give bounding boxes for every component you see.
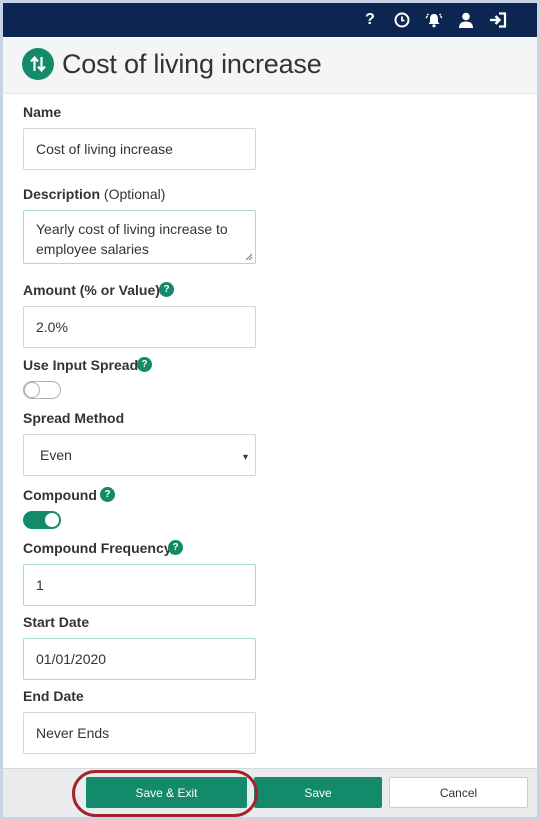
compound-frequency-value: 1 bbox=[36, 577, 44, 593]
start-date-value: 01/01/2020 bbox=[36, 651, 107, 667]
description-label: Description (Optional) bbox=[23, 186, 165, 202]
top-bar: ? bbox=[3, 3, 537, 37]
chevron-down-icon: ▾ bbox=[242, 452, 248, 463]
spread-method-label: Spread Method bbox=[23, 410, 125, 426]
compound-frequency-label: Compound Frequency bbox=[23, 540, 172, 556]
end-date-value: Never Ends bbox=[36, 725, 110, 741]
amount-value: 2.0% bbox=[36, 319, 68, 335]
compound-frequency-help-icon[interactable]: ? bbox=[168, 540, 183, 555]
use-input-spread-help-icon[interactable]: ? bbox=[137, 357, 152, 372]
save-button[interactable]: Save bbox=[254, 777, 382, 808]
spread-method-value: Even bbox=[40, 447, 72, 463]
page-title: Cost of living increase bbox=[62, 49, 322, 79]
page-header: Cost of living increase bbox=[3, 37, 537, 94]
help-glyph: ? bbox=[172, 542, 179, 553]
user-icon[interactable] bbox=[456, 11, 476, 29]
compound-label: Compound bbox=[23, 487, 97, 503]
name-label: Name bbox=[23, 104, 62, 120]
history-clock-icon[interactable] bbox=[392, 11, 412, 29]
alarm-bell-icon[interactable] bbox=[424, 11, 444, 29]
amount-help-icon[interactable]: ? bbox=[159, 282, 174, 297]
toggle-knob bbox=[24, 382, 40, 398]
compound-frequency-input[interactable]: 1 bbox=[23, 564, 256, 606]
end-date-input[interactable]: Never Ends bbox=[23, 712, 256, 754]
amount-label: Amount (% or Value) bbox=[23, 282, 160, 298]
help-glyph: ? bbox=[365, 11, 375, 28]
start-date-label: Start Date bbox=[23, 614, 90, 630]
resize-handle-icon[interactable] bbox=[245, 253, 253, 261]
name-value: Cost of living increase bbox=[36, 141, 173, 157]
help-icon[interactable]: ? bbox=[360, 11, 380, 29]
description-value: Yearly cost of living increase to employ… bbox=[36, 221, 228, 257]
help-glyph: ? bbox=[104, 489, 111, 500]
help-glyph: ? bbox=[141, 359, 148, 370]
use-input-spread-label: Use Input Spread bbox=[23, 357, 139, 373]
description-label-text: Description bbox=[23, 186, 101, 202]
compound-help-icon[interactable]: ? bbox=[100, 487, 115, 502]
transfer-arrows-icon bbox=[22, 48, 54, 80]
end-date-label: End Date bbox=[23, 688, 84, 704]
toggle-knob bbox=[44, 512, 60, 528]
amount-input[interactable]: 2.0% bbox=[23, 306, 256, 348]
compound-toggle[interactable] bbox=[23, 511, 61, 529]
start-date-input[interactable]: 01/01/2020 bbox=[23, 638, 256, 680]
sign-out-icon[interactable] bbox=[488, 11, 508, 29]
optional-note: (Optional) bbox=[103, 186, 166, 202]
cancel-button[interactable]: Cancel bbox=[389, 777, 528, 808]
name-input[interactable]: Cost of living increase bbox=[23, 128, 256, 170]
help-glyph: ? bbox=[163, 284, 170, 295]
spread-method-select[interactable]: Even ▾ bbox=[23, 434, 256, 476]
use-input-spread-toggle[interactable] bbox=[23, 381, 61, 399]
highlight-ring bbox=[72, 770, 258, 817]
description-textarea[interactable]: Yearly cost of living increase to employ… bbox=[23, 210, 256, 264]
